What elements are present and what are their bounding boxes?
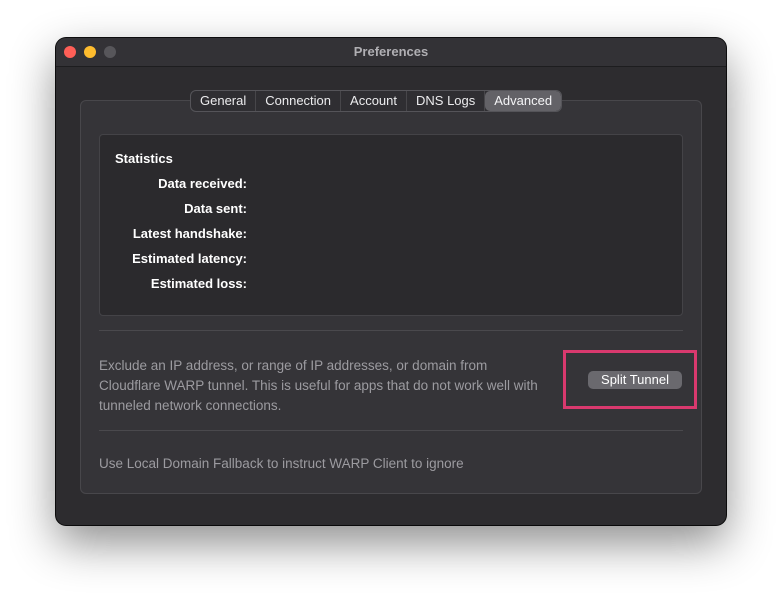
tab-account[interactable]: Account xyxy=(341,91,408,111)
estimated-loss-label: Estimated loss: xyxy=(150,276,247,291)
preferences-tabs: General Connection Account DNS Logs Adva… xyxy=(190,90,563,112)
split-tunnel-button[interactable]: Split Tunnel xyxy=(588,371,682,389)
window-title: Preferences xyxy=(353,44,429,59)
data-received-label: Data received: xyxy=(158,176,247,191)
title-bar: Preferences xyxy=(56,38,726,67)
tab-general[interactable]: General xyxy=(191,91,257,111)
latest-handshake-label: Latest handshake: xyxy=(132,226,247,241)
estimated-latency-label: Estimated latency: xyxy=(132,251,247,266)
tab-dns-logs[interactable]: DNS Logs xyxy=(407,91,486,111)
local-domain-fallback-description: Use Local Domain Fallback to instruct WA… xyxy=(99,456,464,471)
tab-connection[interactable]: Connection xyxy=(256,91,342,111)
section-divider xyxy=(99,430,683,431)
section-divider xyxy=(99,330,683,331)
statistics-heading: Statistics xyxy=(115,151,173,166)
split-tunnel-description: Exclude an IP address, or range of IP ad… xyxy=(99,358,538,413)
statistics-box: Statistics Data received: Data sent: Lat… xyxy=(99,134,683,316)
data-sent-label: Data sent: xyxy=(184,201,247,216)
tab-advanced[interactable]: Advanced xyxy=(485,91,562,111)
preferences-window: Preferences General Connection Account D… xyxy=(56,38,726,525)
